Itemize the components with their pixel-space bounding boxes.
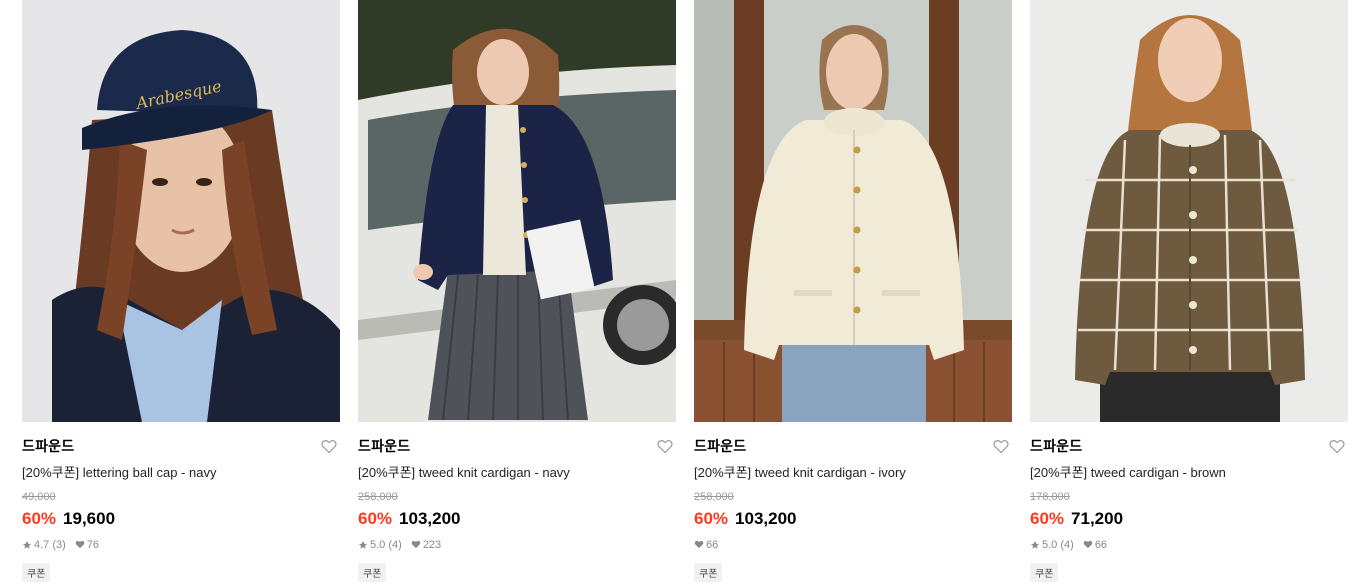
wishlist-heart-icon[interactable] <box>320 437 338 455</box>
likes: 223 <box>411 539 441 551</box>
brand-row: 드파운드 <box>22 437 340 455</box>
product-image[interactable] <box>1030 0 1348 422</box>
star-icon <box>358 540 368 549</box>
star-icon <box>1030 540 1040 549</box>
heart-icon <box>694 540 704 549</box>
product-image[interactable]: Arabesque <box>22 0 340 422</box>
brand-name[interactable]: 드파운드 <box>358 436 410 456</box>
original-price: 178,000 <box>1030 491 1070 503</box>
brand-row: 드파운드 <box>1030 437 1348 455</box>
brand-name[interactable]: 드파운드 <box>694 436 746 456</box>
product-stats: 5.0 (4) 66 <box>1030 538 1348 551</box>
heart-icon <box>75 540 85 549</box>
original-price: 49,000 <box>22 491 56 503</box>
rating-value: 4.7 <box>34 538 50 551</box>
wishlist-heart-icon[interactable] <box>656 437 674 455</box>
rating: 5.0 (4) <box>358 539 402 551</box>
product-card[interactable]: Arabesque 드파운드 [20%쿠폰] lettering ball ca… <box>22 0 340 582</box>
like-count: 223 <box>422 538 442 551</box>
likes: 66 <box>694 539 718 551</box>
review-count: (4) <box>388 538 402 551</box>
wishlist-heart-icon[interactable] <box>1328 437 1346 455</box>
product-photo-brown-cardigan <box>1030 0 1348 422</box>
rating: 5.0 (4) <box>1030 539 1074 551</box>
coupon-tag: 쿠폰 <box>1030 563 1059 582</box>
product-stats: 5.0 (4) 223 <box>358 538 676 551</box>
heart-icon <box>1083 540 1093 549</box>
product-image[interactable] <box>694 0 1012 422</box>
product-name[interactable]: [20%쿠폰] lettering ball cap - navy <box>22 462 340 481</box>
like-count: 66 <box>1094 538 1108 551</box>
coupon-tag: 쿠폰 <box>22 563 51 582</box>
coupon-tag: 쿠폰 <box>358 563 387 582</box>
review-count: (4) <box>1060 538 1074 551</box>
price-row: 60% 103,200 <box>694 509 1012 529</box>
coupon-tag: 쿠폰 <box>694 563 723 582</box>
product-grid: Arabesque 드파운드 [20%쿠폰] lettering ball ca… <box>0 0 1362 584</box>
likes: 66 <box>1083 539 1107 551</box>
discount-rate: 60% <box>22 509 57 528</box>
star-icon <box>22 540 32 549</box>
product-photo-ivory-cardigan <box>694 0 1012 422</box>
rating: 4.7 (3) <box>22 539 66 551</box>
review-count: (3) <box>52 538 66 551</box>
like-count: 66 <box>706 538 719 551</box>
price-row: 60% 19,600 <box>22 509 340 529</box>
product-stats: 66 <box>694 538 1012 551</box>
product-image[interactable] <box>358 0 676 422</box>
product-stats: 4.7 (3) 76 <box>22 538 340 551</box>
product-card[interactable]: 드파운드 [20%쿠폰] tweed knit cardigan - ivory… <box>694 0 1012 582</box>
brand-name[interactable]: 드파운드 <box>1030 436 1082 456</box>
brand-row: 드파운드 <box>358 437 676 455</box>
product-photo-cap: Arabesque <box>22 0 340 422</box>
rating-value: 5.0 <box>1042 538 1058 551</box>
product-photo-navy-cardigan <box>358 0 676 422</box>
price-row: 60% 103,200 <box>358 509 676 529</box>
sale-price: 103,200 <box>399 509 461 528</box>
discount-rate: 60% <box>694 509 729 528</box>
product-name[interactable]: [20%쿠폰] tweed knit cardigan - navy <box>358 462 676 481</box>
discount-rate: 60% <box>1030 509 1065 528</box>
price-row: 60% 71,200 <box>1030 509 1348 529</box>
brand-row: 드파운드 <box>694 437 1012 455</box>
sale-price: 71,200 <box>1071 509 1124 528</box>
original-price: 258,000 <box>358 491 398 503</box>
heart-icon <box>411 540 421 549</box>
discount-rate: 60% <box>358 509 393 528</box>
product-card[interactable]: 드파운드 [20%쿠폰] tweed cardigan - brown 178,… <box>1030 0 1348 582</box>
product-name[interactable]: [20%쿠폰] tweed cardigan - brown <box>1030 462 1348 481</box>
sale-price: 103,200 <box>735 509 797 528</box>
likes: 76 <box>75 539 99 551</box>
brand-name[interactable]: 드파운드 <box>22 436 74 456</box>
product-card[interactable]: 드파운드 [20%쿠폰] tweed knit cardigan - navy … <box>358 0 676 582</box>
product-name[interactable]: [20%쿠폰] tweed knit cardigan - ivory <box>694 462 1012 481</box>
like-count: 76 <box>86 538 100 551</box>
rating-value: 5.0 <box>370 538 386 551</box>
sale-price: 19,600 <box>63 509 116 528</box>
wishlist-heart-icon[interactable] <box>992 437 1010 455</box>
original-price: 258,000 <box>694 491 734 503</box>
